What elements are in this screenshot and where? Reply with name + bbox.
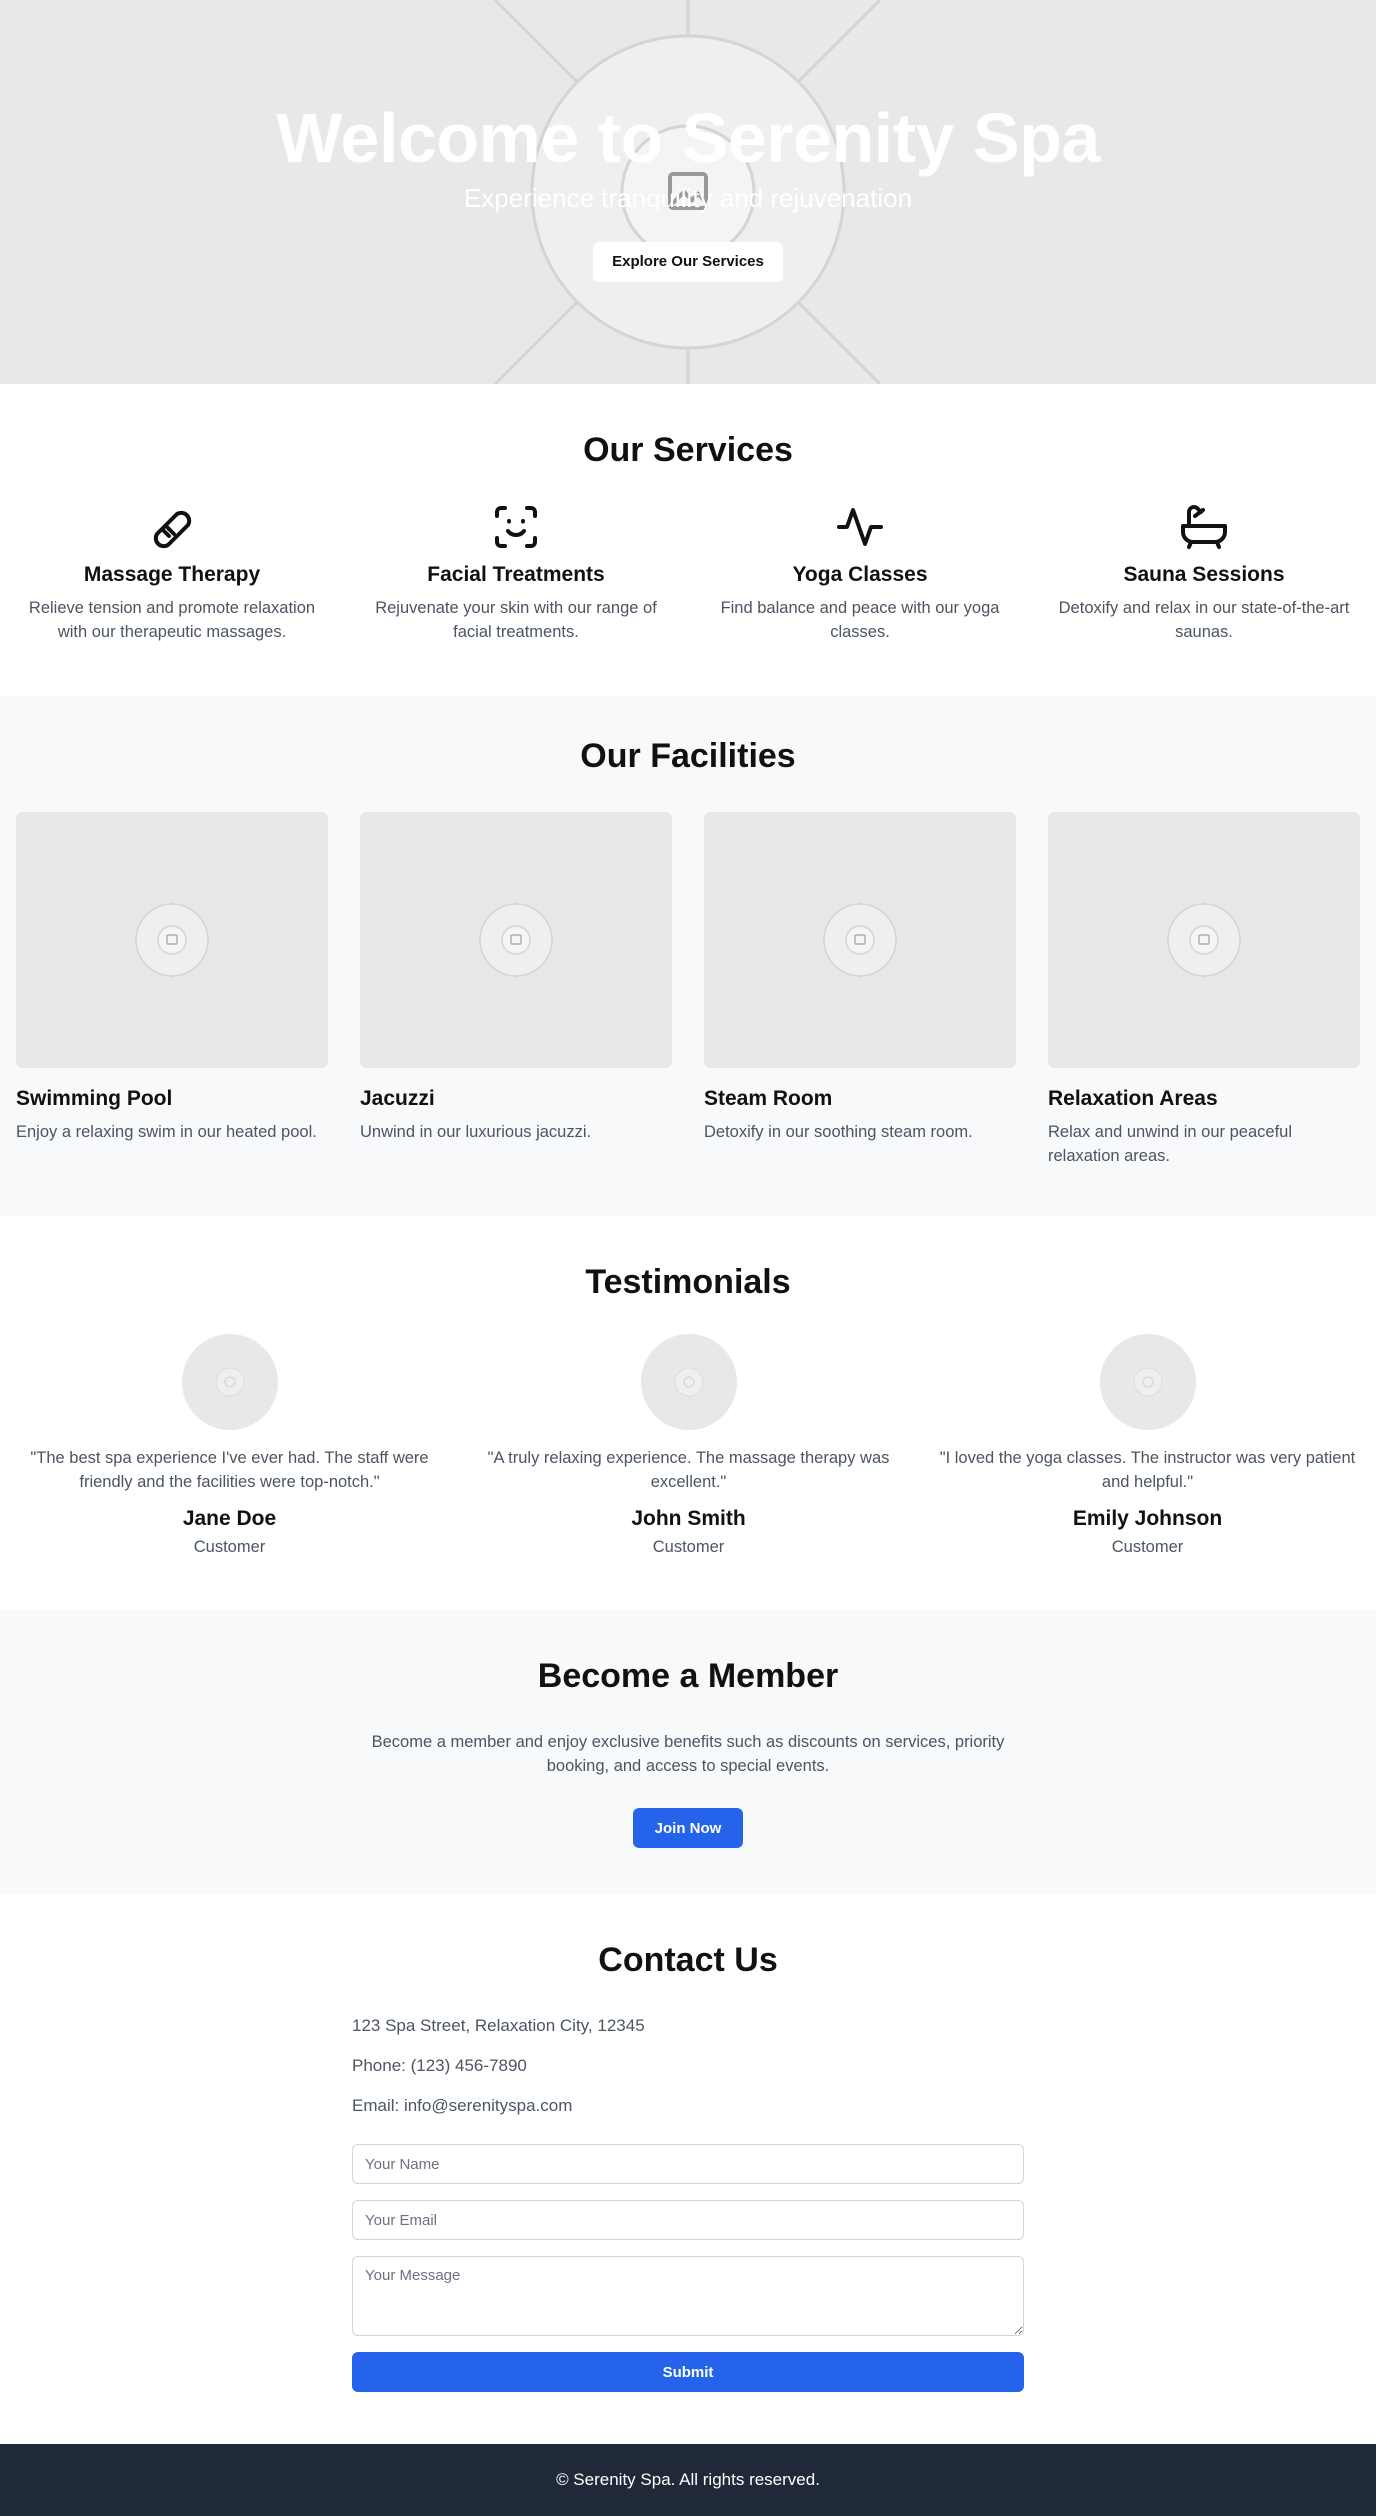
membership-description: Become a member and enjoy exclusive bene… [371,1733,1005,1775]
email-field[interactable] [352,2200,1024,2240]
service-description: Detoxify and relax in our state-of-the-a… [1058,599,1350,641]
contact-form: Submit [352,2144,1024,2392]
testimonial-card: "I loved the yoga classes. The instructo… [934,1334,1361,1557]
facility-card: Steam Room Detoxify in our soothing stea… [704,812,1016,1168]
activity-pulse-icon [837,508,883,546]
membership-section: Become a Member Become a member and enjo… [0,1610,1376,1894]
facility-description: Enjoy a relaxing swim in our heated pool… [16,1123,317,1141]
avatar [640,1334,737,1430]
facilities-heading: Our Facilities [580,737,796,775]
avatar [1099,1334,1196,1430]
contact-phone: Phone: (123) 456-7890 [352,2056,527,2075]
face-scan-icon [495,506,537,548]
facilities-section: Our Facilities Swimming Pool Enjoy a rel… [0,696,1376,1216]
service-description: Relieve tension and promote relaxation w… [28,599,316,641]
name-field[interactable] [352,2144,1024,2184]
submit-button[interactable]: Submit [352,2352,1024,2392]
testimonial-name: John Smith [631,1507,746,1530]
membership-heading: Become a Member [537,1657,839,1695]
facility-card: Relaxation Areas Relax and unwind in our… [1048,812,1360,1168]
service-card: Massage Therapy Relieve tension and prom… [16,502,328,644]
image-placeholder-icon [823,902,897,978]
service-card: Yoga Classes Find balance and peace with… [704,502,1016,644]
service-card: Facial Treatments Rejuvenate your skin w… [360,502,672,644]
hero-section: Welcome to Serenity Spa Experience tranq… [0,0,1376,384]
service-title: Yoga Classes [792,563,928,586]
image-placeholder-icon [1167,902,1241,978]
facility-image [360,812,672,1068]
contact-email: Email: info@serenityspa.com [352,2096,573,2115]
facility-title: Jacuzzi [360,1087,435,1110]
services-section: Our Services Massage Therapy Relieve ten… [0,384,1376,696]
service-description: Rejuvenate your skin with our range of f… [375,599,657,641]
bathtub-icon [1181,505,1227,549]
explore-services-button[interactable]: Explore Our Services [593,242,783,282]
testimonial-role: Customer [1111,1538,1184,1556]
bandage-icon [153,510,192,549]
facility-title: Steam Room [704,1087,833,1110]
hero-title: Welcome to Serenity Spa [276,99,1100,177]
service-card: Sauna Sessions Detoxify and relax in our… [1048,502,1360,644]
testimonial-name: Jane Doe [182,1507,277,1530]
testimonial-name: Emily Johnson [1072,1507,1223,1530]
testimonials-section: Testimonials "The best spa experience I'… [0,1216,1376,1610]
contact-address: 123 Spa Street, Relaxation City, 12345 [352,2016,645,2035]
facility-description: Unwind in our luxurious jacuzzi. [360,1123,592,1141]
facility-title: Relaxation Areas [1048,1087,1218,1110]
services-heading: Our Services [583,431,793,469]
testimonial-quote: "A truly relaxing experience. The massag… [487,1449,890,1491]
testimonial-quote: "The best spa experience I've ever had. … [30,1449,429,1491]
facility-image [16,812,328,1068]
facility-title: Swimming Pool [16,1087,173,1110]
image-placeholder-icon [479,902,553,978]
facility-description: Relax and unwind in our peaceful relaxat… [1048,1123,1292,1165]
avatar-placeholder-icon [1133,1367,1162,1397]
facility-image [1048,812,1360,1068]
service-title: Massage Therapy [83,563,261,586]
facility-description: Detoxify in our soothing steam room. [704,1123,973,1141]
avatar-placeholder-icon [215,1367,244,1397]
contact-section: Contact Us 123 Spa Street, Relaxation Ci… [0,1894,1376,2444]
contact-heading: Contact Us [598,1941,778,1979]
testimonial-role: Customer [652,1538,725,1556]
avatar-placeholder-icon [674,1367,703,1397]
facility-image [704,812,1016,1068]
testimonials-heading: Testimonials [585,1263,791,1301]
footer-copyright: © Serenity Spa. All rights reserved. [556,2470,820,2489]
message-field[interactable] [352,2256,1024,2336]
testimonial-role: Customer [193,1538,266,1556]
service-title: Facial Treatments [427,563,605,586]
service-description: Find balance and peace with our yoga cla… [720,599,1000,641]
testimonial-card: "A truly relaxing experience. The massag… [475,1334,902,1557]
avatar [181,1334,278,1430]
facility-card: Swimming Pool Enjoy a relaxing swim in o… [16,812,328,1168]
testimonial-quote: "I loved the yoga classes. The instructo… [939,1449,1356,1491]
hero-subtitle: Experience tranquility and rejuvenation [463,183,913,213]
footer: © Serenity Spa. All rights reserved. [0,2444,1376,2516]
service-title: Sauna Sessions [1123,563,1285,586]
join-now-button[interactable]: Join Now [633,1808,743,1848]
testimonial-card: "The best spa experience I've ever had. … [16,1334,443,1557]
image-placeholder-icon [135,902,209,978]
facility-card: Jacuzzi Unwind in our luxurious jacuzzi. [360,812,672,1168]
contact-info: 123 Spa Street, Relaxation City, 12345 P… [352,2014,1024,2134]
